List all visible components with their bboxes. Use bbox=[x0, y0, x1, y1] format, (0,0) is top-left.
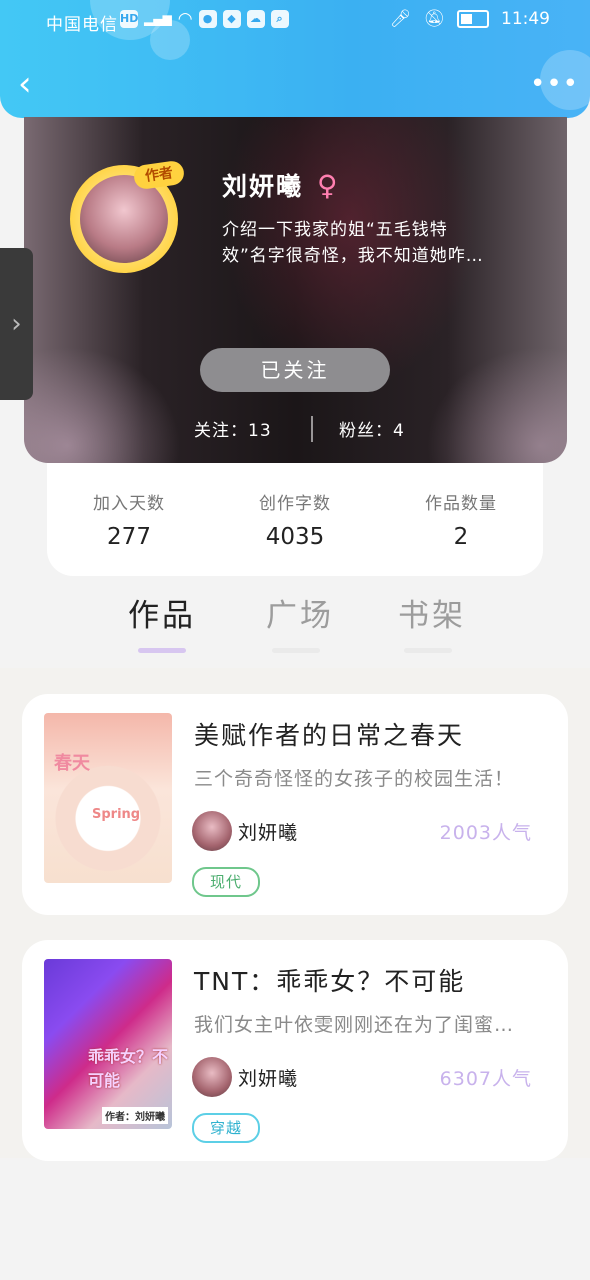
popularity-count: 2003人气 bbox=[439, 822, 532, 844]
work-card[interactable]: 春天 Spring 美赋作者的日常之春天 三个奇奇怪怪的女孩子的校园生活！ 刘妍… bbox=[22, 694, 568, 915]
bio-line: 介绍一下我家的姐“五毛钱特 bbox=[222, 220, 448, 240]
work-card[interactable]: 乖乖女？不可能 作者：刘妍曦 TNT：乖乖女？不可能 我们女主叶依雯刚刚还在为了… bbox=[22, 940, 568, 1161]
stats-card: 加入天数 277 创作字数 4035 作品数量 2 bbox=[47, 463, 543, 576]
following-label: 关注： bbox=[194, 421, 248, 441]
author-badge: 作者 bbox=[132, 159, 186, 191]
profile-card: 作者 刘妍曦 ♀ 介绍一下我家的姐“五毛钱特 效”名字很奇怪，我不知道她咋… 已关… bbox=[24, 117, 567, 463]
back-button[interactable]: ‹ bbox=[18, 66, 48, 102]
following-count: 13 bbox=[248, 421, 272, 441]
bio-line: 效”名字很奇怪，我不知道她咋… bbox=[222, 246, 484, 266]
avatar[interactable]: 作者 bbox=[64, 157, 186, 277]
book-cover: 春天 Spring bbox=[44, 713, 172, 883]
author-name: 刘妍曦 bbox=[238, 822, 299, 844]
status-bar: 中国电信 HD ▂▄▆ ◠ ● ◆ ☁ ⌕ 🎤︎ 🔕︎ 11:49 bbox=[0, 0, 590, 40]
carrier-name: 中国电信 bbox=[46, 15, 118, 35]
qq-icon: ◆ bbox=[222, 10, 241, 28]
wifi-icon: ◠ bbox=[177, 9, 193, 29]
side-drawer-handle[interactable]: › bbox=[0, 248, 33, 400]
profile-tabs: 作品 广场 书架 bbox=[0, 590, 590, 660]
cover-title: 春天 bbox=[54, 753, 90, 774]
fans-stat[interactable]: 粉丝：4 bbox=[339, 416, 405, 441]
fans-label: 粉丝： bbox=[339, 421, 393, 441]
signal-icon: ▂▄▆ bbox=[144, 12, 172, 26]
hd-icon: HD bbox=[120, 10, 138, 28]
book-cover: 乖乖女？不可能 作者：刘妍曦 bbox=[44, 959, 172, 1129]
fans-count: 4 bbox=[393, 421, 405, 441]
clock: 11:49 bbox=[501, 9, 550, 29]
following-stat[interactable]: 关注：13 bbox=[194, 416, 272, 441]
cover-author: 作者：刘妍曦 bbox=[102, 1107, 168, 1124]
work-description: 我们女主叶依雯刚刚还在为了闺蜜… bbox=[194, 1014, 515, 1036]
work-title: TNT：乖乖女？不可能 bbox=[194, 967, 466, 996]
notification-icons: HD ▂▄▆ ◠ ● ◆ ☁ ⌕ bbox=[120, 9, 289, 29]
author-name: 刘妍曦 bbox=[238, 1068, 299, 1090]
stat-works-count: 作品数量 2 bbox=[401, 489, 521, 550]
stat-join-days: 加入天数 277 bbox=[69, 489, 189, 550]
profile-name-text: 刘妍曦 bbox=[222, 172, 304, 201]
follow-stats: 关注：13 粉丝：4 bbox=[24, 416, 567, 442]
stats-divider bbox=[311, 416, 313, 442]
work-description: 三个奇奇怪怪的女孩子的校园生活！ bbox=[194, 768, 515, 790]
stat-label: 加入天数 bbox=[93, 494, 165, 514]
chevron-left-icon: ‹ bbox=[18, 64, 32, 104]
search-app-icon: ⌕ bbox=[270, 10, 289, 28]
works-list: 春天 Spring 美赋作者的日常之春天 三个奇奇怪怪的女孩子的校园生活！ 刘妍… bbox=[0, 668, 590, 1161]
chevron-right-icon: › bbox=[11, 309, 22, 339]
more-button[interactable]: ••• bbox=[530, 71, 578, 97]
cover-subtitle: Spring bbox=[92, 807, 141, 822]
tab-bookshelf-indicator bbox=[404, 648, 452, 653]
wechat-icon: ● bbox=[198, 10, 217, 28]
author-avatar bbox=[192, 811, 232, 851]
tab-works[interactable]: 作品 bbox=[128, 590, 196, 635]
genre-tag[interactable]: 穿越 bbox=[192, 1113, 260, 1143]
genre-tag[interactable]: 现代 bbox=[192, 867, 260, 897]
profile-bio: 介绍一下我家的姐“五毛钱特 效”名字很奇怪，我不知道她咋… bbox=[222, 217, 522, 269]
tab-square[interactable]: 广场 bbox=[266, 590, 334, 635]
stat-value: 4035 bbox=[265, 524, 325, 550]
stat-word-count: 创作字数 4035 bbox=[235, 489, 355, 550]
microphone-icon: 🎤︎ bbox=[389, 9, 412, 29]
stat-value: 277 bbox=[107, 524, 151, 550]
follow-button[interactable]: 已关注 bbox=[200, 348, 390, 392]
system-icons: 🎤︎ 🔕︎ 11:49 bbox=[390, 9, 550, 29]
stat-label: 创作字数 bbox=[259, 494, 331, 514]
stat-value: 2 bbox=[453, 524, 469, 550]
author-avatar bbox=[192, 1057, 232, 1097]
cover-title: 乖乖女？不可能 bbox=[88, 1047, 169, 1090]
tab-square-indicator bbox=[272, 648, 320, 653]
more-icon: ••• bbox=[530, 69, 580, 99]
tab-bookshelf[interactable]: 书架 bbox=[398, 590, 466, 635]
avatar-photo bbox=[80, 175, 168, 263]
weather-icon: ☁ bbox=[246, 10, 265, 28]
app-header: 中国电信 HD ▂▄▆ ◠ ● ◆ ☁ ⌕ 🎤︎ 🔕︎ 11:49 ‹ ••• bbox=[0, 0, 590, 118]
female-icon: ♀ bbox=[317, 169, 340, 202]
stat-label: 作品数量 bbox=[425, 494, 497, 514]
work-title: 美赋作者的日常之春天 bbox=[194, 721, 465, 750]
battery-icon bbox=[457, 10, 489, 28]
profile-name: 刘妍曦 ♀ bbox=[222, 167, 340, 203]
popularity-count: 6307人气 bbox=[439, 1068, 532, 1090]
mute-icon: 🔕︎ bbox=[423, 9, 445, 29]
tab-works-indicator bbox=[138, 648, 186, 653]
